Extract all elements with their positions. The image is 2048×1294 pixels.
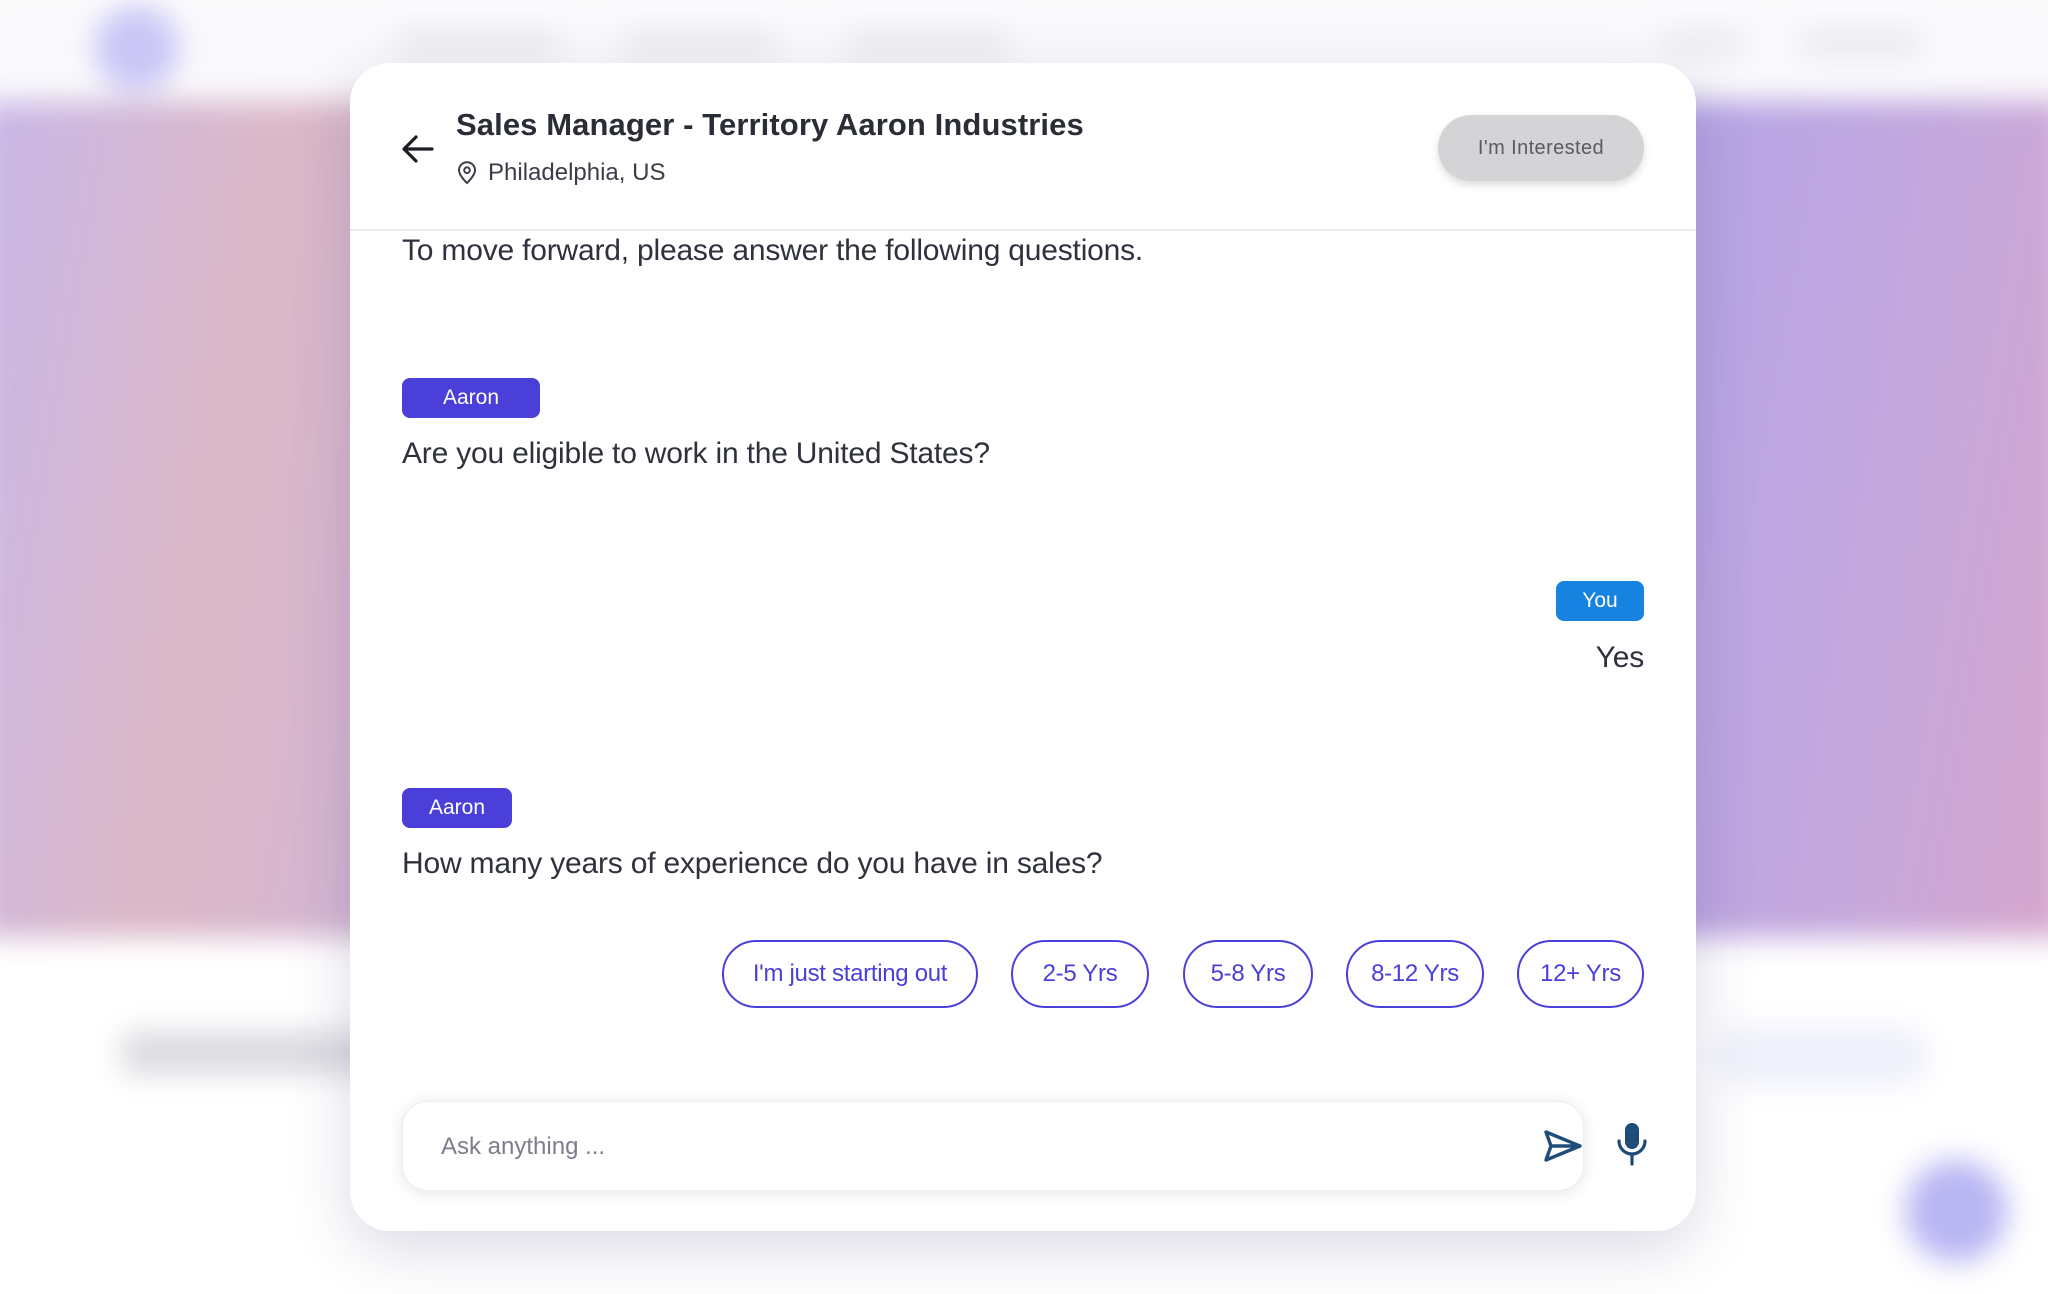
background-chat-fab	[1905, 1160, 2008, 1263]
background-nav-item	[1800, 33, 1923, 53]
modal-header: Sales Manager - Territory Aaron Industri…	[350, 63, 1696, 231]
quick-reply-5-8-yrs[interactable]: 5-8 Yrs	[1183, 940, 1313, 1008]
send-button[interactable]	[1541, 1125, 1585, 1167]
sender-tag-you: You	[1556, 581, 1644, 621]
chat-input[interactable]	[439, 1102, 1443, 1192]
intro-message: To move forward, please answer the follo…	[402, 234, 1144, 267]
bot-message: Are you eligible to work in the United S…	[402, 437, 990, 470]
background-nav-item	[1662, 33, 1745, 53]
background-nav-item	[395, 33, 559, 53]
background-heading	[122, 1032, 378, 1074]
quick-reply-8-12-yrs[interactable]: 8-12 Yrs	[1346, 940, 1484, 1008]
job-title: Sales Manager - Territory Aaron Industri…	[456, 107, 1084, 142]
send-icon	[1544, 1130, 1582, 1162]
microphone-icon	[1617, 1123, 1647, 1166]
background-nav-item	[846, 33, 1010, 53]
job-chat-modal: Sales Manager - Territory Aaron Industri…	[350, 63, 1696, 1231]
background-nav-item	[622, 33, 776, 53]
sender-tag-aaron: Aaron	[402, 788, 512, 828]
map-pin-icon	[457, 161, 477, 185]
quick-reply-2-5-yrs[interactable]: 2-5 Yrs	[1011, 940, 1149, 1008]
location-text: Philadelphia, US	[488, 159, 666, 186]
quick-reply-starting-out[interactable]: I'm just starting out	[722, 940, 978, 1008]
chat-input-box	[402, 1101, 1585, 1192]
quick-reply-options: I'm just starting out 2-5 Yrs 5-8 Yrs 8-…	[350, 940, 1696, 1012]
background-button	[1713, 1027, 1928, 1085]
background-logo	[93, 5, 180, 92]
bot-message: How many years of experience do you have…	[402, 847, 1103, 880]
sender-tag-aaron: Aaron	[402, 378, 540, 418]
microphone-button[interactable]	[1612, 1119, 1652, 1169]
job-location: Philadelphia, US	[456, 159, 665, 187]
quick-reply-12-plus-yrs[interactable]: 12+ Yrs	[1517, 940, 1644, 1008]
im-interested-button[interactable]: I'm Interested	[1438, 115, 1644, 181]
back-button[interactable]	[394, 125, 442, 173]
arrow-left-icon	[402, 135, 434, 163]
user-message: Yes	[1595, 641, 1645, 674]
